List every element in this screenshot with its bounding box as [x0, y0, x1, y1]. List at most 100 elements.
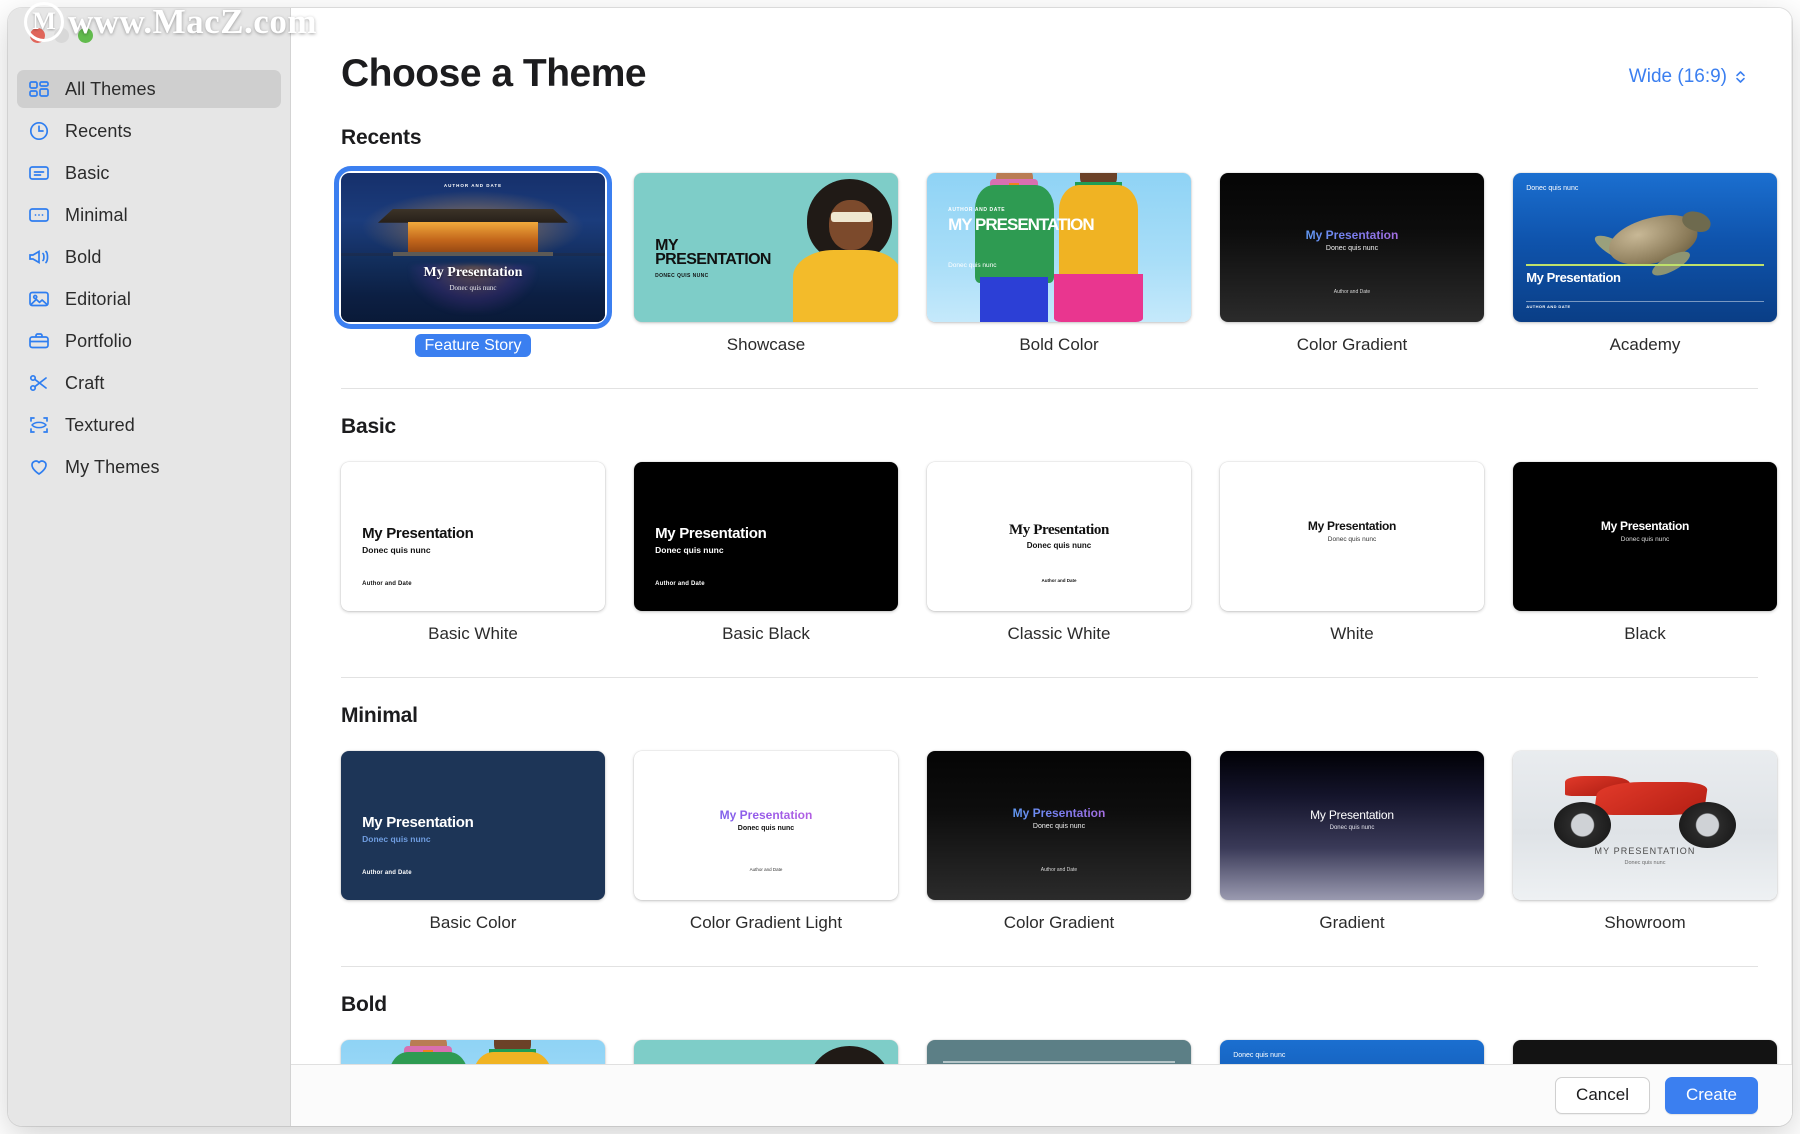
scissors-icon: [27, 371, 51, 395]
theme-card-bold-color[interactable]: AUTHOR AND DATE MY PRESENTATION Donec qu…: [927, 173, 1191, 356]
sidebar-item-my-themes[interactable]: My Themes: [17, 448, 281, 486]
theme-card-showcase[interactable]: MY PRESENTATION DONEC QUIS NUNC Showcase: [634, 173, 898, 356]
theme-thumbnail-frame[interactable]: My Presentation Donec quis nunc Author a…: [927, 751, 1191, 900]
theme-card-color-gradient-light[interactable]: My Presentation Donec quis nunc Author a…: [634, 751, 898, 934]
theme-card-showroom[interactable]: MY PRESENTATION Donec quis nunc Showroom: [1513, 751, 1777, 934]
theme-thumbnail-frame[interactable]: AUTHOR AND DATE MY PRESENTATION Donec qu…: [927, 173, 1191, 322]
theme-thumbnail-frame[interactable]: My Presentation Donec quis nunc Author a…: [927, 462, 1191, 611]
theme-thumbnail: MY PRESENTATION DONEC QUIS NUNC: [634, 173, 898, 322]
theme-thumbnail-frame[interactable]: MY PRESENTATION Donec quis nunc: [1513, 751, 1777, 900]
theme-card-basic-black[interactable]: My Presentation Donec quis nunc Author a…: [634, 462, 898, 645]
cancel-button[interactable]: Cancel: [1555, 1077, 1650, 1114]
theme-card-bold-5[interactable]: [1513, 1040, 1777, 1064]
sidebar-item-portfolio[interactable]: Portfolio: [17, 322, 281, 360]
sidebar-item-label: Bold: [65, 246, 102, 267]
crop-icon: [27, 413, 51, 437]
theme-thumbnail-frame[interactable]: MY PRESENTATION DONEC QUIS NUNC: [634, 173, 898, 322]
sidebar-item-label: All Themes: [65, 78, 156, 99]
theme-card-black[interactable]: My Presentation Donec quis nunc Black: [1513, 462, 1777, 645]
theme-thumbnail: [1513, 1040, 1777, 1064]
theme-card-basic-white[interactable]: My Presentation Donec quis nunc Author a…: [341, 462, 605, 645]
theme-thumbnail: My Presentation Donec quis nunc Author a…: [634, 462, 898, 611]
theme-card-gradient[interactable]: My Presentation Donec quis nunc Gradient: [1220, 751, 1484, 934]
sidebar-item-recents[interactable]: Recents: [17, 112, 281, 150]
theme-thumbnail-frame[interactable]: Donec quis nunc My Presentation AUTHOR A…: [1513, 173, 1777, 322]
theme-thumbnail: AUTHOR AND DATE MY PRESENTATION Donec qu…: [927, 173, 1191, 322]
maximize-window-button[interactable]: [78, 28, 93, 43]
create-button[interactable]: Create: [1664, 1077, 1758, 1114]
theme-row-basic: My Presentation Donec quis nunc Author a…: [341, 462, 1777, 645]
theme-card-bold-4[interactable]: Donec quis nunc: [1220, 1040, 1484, 1064]
theme-thumbnail: My Presentation Donec quis nunc Author a…: [1220, 173, 1484, 322]
sidebar-item-bold[interactable]: Bold: [17, 238, 281, 276]
theme-card-color-gradient-minimal[interactable]: My Presentation Donec quis nunc Author a…: [927, 751, 1191, 934]
section-title-bold: Bold: [341, 993, 387, 1016]
sidebar-item-label: My Themes: [65, 456, 160, 477]
theme-card-color-gradient[interactable]: My Presentation Donec quis nunc Author a…: [1220, 173, 1484, 356]
sidebar-item-basic[interactable]: Basic: [17, 154, 281, 192]
sidebar-item-craft[interactable]: Craft: [17, 364, 281, 402]
theme-card-bold-3[interactable]: Donec quis nunc MY PRESENTATION: [927, 1040, 1191, 1064]
theme-thumbnail-frame[interactable]: My Presentation Donec quis nunc: [1513, 462, 1777, 611]
theme-thumbnail-frame[interactable]: MY: [634, 1040, 898, 1064]
theme-card-bold-2[interactable]: MY: [634, 1040, 898, 1064]
theme-thumbnail-frame[interactable]: Donec quis nunc MY PRESENTATION: [927, 1040, 1191, 1064]
theme-thumbnail: My Presentation Donec quis nunc: [1513, 462, 1777, 611]
theme-thumbnail-frame[interactable]: My Presentation Donec quis nunc Author a…: [634, 462, 898, 611]
theme-card-feature-story[interactable]: AUTHOR AND DATE My Presentation Donec qu…: [334, 166, 612, 357]
theme-thumbnail-frame[interactable]: My Presentation Donec quis nunc Author a…: [634, 751, 898, 900]
slide-title: My Presentation: [1600, 518, 1690, 533]
theme-name: Color Gradient: [1296, 335, 1408, 354]
theme-card-basic-color[interactable]: My Presentation Donec quis nunc Author a…: [341, 751, 605, 934]
theme-card-bold-1[interactable]: AUTHOR AND DATE MY PRESENTATION: [341, 1040, 605, 1064]
theme-scroll-area[interactable]: Choose a Theme Wide (16:9) Recents AUTHO…: [291, 8, 1792, 1064]
slide-subtitle: Donec quis nunc: [737, 824, 795, 832]
sidebar-item-editorial[interactable]: Editorial: [17, 280, 281, 318]
aspect-ratio-select[interactable]: Wide (16:9): [1629, 66, 1746, 88]
slide-author: Author and Date: [749, 867, 783, 873]
theme-card-academy[interactable]: Donec quis nunc My Presentation AUTHOR A…: [1513, 173, 1777, 356]
theme-thumbnail: MY PRESENTATION Donec quis nunc: [1513, 751, 1777, 900]
scrollbar-track[interactable]: [1791, 8, 1792, 1064]
section-title-basic: Basic: [341, 415, 397, 438]
aspect-ratio-value: Wide (16:9): [1628, 66, 1727, 87]
theme-row-recents: AUTHOR AND DATE My Presentation Donec qu…: [334, 166, 1777, 357]
theme-thumbnail: My Presentation Donec quis nunc Author a…: [341, 462, 605, 611]
theme-card-white[interactable]: My Presentation Donec quis nunc White: [1220, 462, 1484, 645]
theme-thumbnail-frame[interactable]: My Presentation Donec quis nunc: [1220, 462, 1484, 611]
slide-subtitle: Donec quis nunc: [1327, 535, 1377, 543]
slide-title: My Presentation: [362, 813, 474, 831]
section-title-recents: Recents: [341, 126, 422, 149]
sidebar-item-textured[interactable]: Textured: [17, 406, 281, 444]
slide-title-line2: PRESENTATION: [655, 251, 771, 269]
slide-title: My Presentation: [1310, 807, 1394, 822]
dialog-footer: Cancel Create: [291, 1064, 1792, 1126]
close-window-button[interactable]: [30, 28, 45, 43]
minimize-window-button[interactable]: [54, 28, 69, 43]
sidebar-item-minimal[interactable]: Minimal: [17, 196, 281, 234]
page-title: Choose a Theme: [341, 52, 647, 95]
theme-thumbnail-frame[interactable]: My Presentation Donec quis nunc Author a…: [1220, 173, 1484, 322]
slide-subtitle: Donec quis nunc: [655, 544, 724, 555]
theme-thumbnail-frame[interactable]: My Presentation Donec quis nunc Author a…: [341, 462, 605, 611]
slide-title: My Presentation: [634, 808, 898, 822]
slide-author: Author and Date: [655, 581, 705, 588]
theme-thumbnail: My Presentation Donec quis nunc: [1220, 751, 1484, 900]
clock-icon: [27, 119, 51, 143]
theme-thumbnail: My Presentation Donec quis nunc Author a…: [634, 751, 898, 900]
theme-thumbnail-frame[interactable]: Donec quis nunc: [1220, 1040, 1484, 1064]
sidebar-item-all-themes[interactable]: All Themes: [17, 70, 281, 108]
slide-subtitle: Donec quis nunc: [1624, 860, 1666, 867]
theme-thumbnail: My Presentation Donec quis nunc Author a…: [927, 462, 1191, 611]
slide-title: My Presentation: [1307, 518, 1397, 533]
theme-card-classic-white[interactable]: My Presentation Donec quis nunc Author a…: [927, 462, 1191, 645]
dots-icon: [27, 203, 51, 227]
theme-thumbnail-frame[interactable]: [1513, 1040, 1777, 1064]
theme-thumbnail-frame[interactable]: My Presentation Donec quis nunc: [1220, 751, 1484, 900]
theme-thumbnail-frame[interactable]: AUTHOR AND DATE MY PRESENTATION: [341, 1040, 605, 1064]
slide-subtitle: Donec quis nunc: [1325, 245, 1379, 253]
photo-icon: [27, 287, 51, 311]
theme-thumbnail-frame[interactable]: My Presentation Donec quis nunc Author a…: [341, 751, 605, 900]
theme-name: Basic White: [428, 624, 518, 643]
theme-thumbnail-frame[interactable]: AUTHOR AND DATE My Presentation Donec qu…: [334, 166, 612, 329]
